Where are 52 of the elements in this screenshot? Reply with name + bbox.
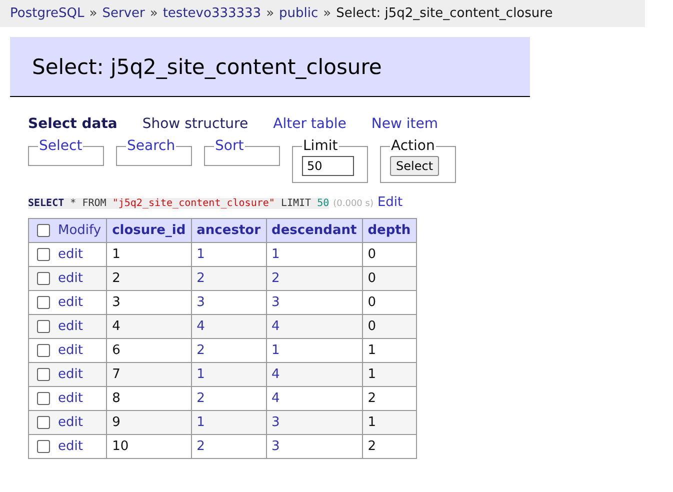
table-cell: 2 [362, 434, 416, 458]
table-cell[interactable]: 3 [266, 434, 362, 458]
limit-field[interactable]: 50 [302, 156, 354, 176]
edit-link[interactable]: edit [58, 247, 83, 262]
breadcrumb-current: Select: j5q2_site_content_closure [336, 6, 553, 21]
breadcrumb-separator: » [150, 6, 158, 21]
select-button[interactable]: Select [390, 156, 440, 176]
fieldset-legend: Limit [302, 138, 339, 154]
sql-query: SELECT * FROM "j5q2_site_content_closure" LIMIT 50 [28, 198, 330, 209]
row-checkbox[interactable] [37, 344, 50, 357]
row-checkbox[interactable] [37, 440, 50, 453]
column-header[interactable]: ancestor [191, 218, 266, 242]
column-header[interactable]: depth [362, 218, 416, 242]
row-checkbox[interactable] [37, 272, 50, 285]
fieldset-legend: Action [390, 138, 436, 154]
breadcrumb-separator: » [323, 6, 332, 21]
edit-link[interactable]: edit [58, 343, 83, 358]
edit-query-link[interactable]: Edit [377, 195, 403, 210]
edit-link[interactable]: edit [58, 319, 83, 334]
modify-link[interactable]: Modify [58, 223, 102, 238]
edit-link[interactable]: edit [58, 415, 83, 430]
fieldset-link[interactable]: Sort [214, 138, 245, 154]
breadcrumb-link[interactable]: testevo333333 [162, 6, 262, 21]
row-checkbox[interactable] [37, 392, 50, 405]
edit-link[interactable]: edit [58, 271, 83, 286]
table-cell[interactable]: 2 [191, 434, 266, 458]
row-checkbox[interactable] [37, 296, 50, 309]
fieldset-link[interactable]: Search [126, 138, 176, 154]
breadcrumb-link[interactable]: PostgreSQL [10, 6, 84, 21]
menu-link[interactable]: Alter table [273, 116, 346, 132]
breadcrumb-link[interactable]: public [279, 6, 318, 21]
edit-link[interactable]: edit [58, 391, 83, 406]
row-checkbox[interactable] [37, 248, 50, 261]
row-checkbox[interactable] [37, 368, 50, 381]
breadcrumb-separator: » [89, 6, 98, 21]
breadcrumb-separator: » [266, 6, 274, 21]
menu-link[interactable]: Select data [28, 116, 118, 132]
page-heading: Select: j5q2_site_content_closure [10, 37, 530, 97]
column-header[interactable]: descendant [266, 218, 362, 242]
column-header[interactable]: closure_id [106, 218, 192, 242]
edit-link[interactable]: edit [58, 367, 83, 382]
breadcrumb-link[interactable]: Server [102, 6, 145, 21]
menu-link[interactable]: Show structure [142, 116, 248, 132]
edit-link[interactable]: edit [58, 439, 83, 454]
menu-link[interactable]: New item [371, 116, 438, 132]
select-all-checkbox[interactable] [37, 224, 50, 237]
fieldset-link[interactable]: Select [38, 138, 84, 154]
row-checkbox[interactable] [37, 320, 50, 333]
table-cell: 10 [106, 434, 192, 458]
query-time: (0.000 s) [333, 199, 374, 209]
row-checkbox[interactable] [37, 416, 50, 429]
edit-link[interactable]: edit [58, 295, 83, 310]
